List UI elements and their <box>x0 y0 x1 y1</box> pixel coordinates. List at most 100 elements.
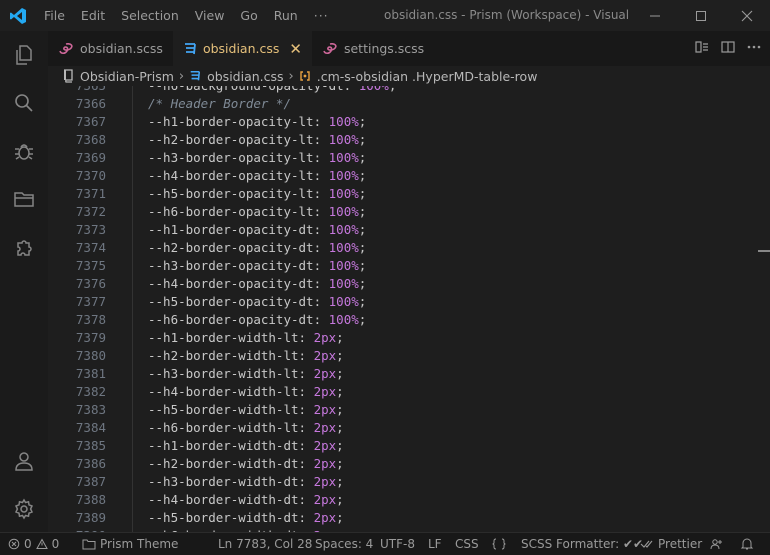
accounts-icon[interactable] <box>710 533 728 555</box>
folder-icon[interactable] <box>0 175 48 223</box>
problems-indicator[interactable]: 0 0 <box>8 533 59 555</box>
menu-go[interactable]: Go <box>232 0 265 31</box>
line-number: 7388 <box>75 492 106 507</box>
line-number: 7376 <box>75 276 106 291</box>
css-value: 2px <box>313 510 337 525</box>
line-number: 7383 <box>75 402 106 417</box>
code-line: --h1-border-width-dt: 2px; <box>148 438 344 453</box>
notifications-bell-icon[interactable] <box>740 533 758 555</box>
symbol-class-icon <box>299 70 311 82</box>
warning-icon <box>35 538 48 549</box>
compare-changes-icon[interactable] <box>694 39 710 59</box>
close-tab-icon[interactable]: ✕ <box>289 40 302 58</box>
css-property: --h3-border-opacity-dt <box>148 258 314 273</box>
css-property: --h2-border-width-lt <box>148 348 299 363</box>
more-actions-icon[interactable] <box>746 39 762 59</box>
code-editor[interactable]: 73657366 7367 7368 7369 7370 7371 7372 7373 7374… <box>48 86 770 532</box>
account-icon[interactable] <box>0 437 48 485</box>
line-number: 7389 <box>75 510 106 525</box>
css-value: 2px <box>313 492 337 507</box>
code-line: --h5-border-opacity-dt: 100%; <box>148 294 367 309</box>
language-mode[interactable]: CSS <box>455 533 479 555</box>
code-comment: /* Header Border */ <box>148 96 291 111</box>
css-value: 100% <box>328 114 359 129</box>
code-line: --h6-border-opacity-dt: 100%; <box>148 312 367 327</box>
breadcrumb-file[interactable]: obsidian.css <box>207 69 283 84</box>
theme-label: Prism Theme <box>100 537 179 551</box>
error-icon <box>8 538 20 550</box>
css-value: 100% <box>328 276 359 291</box>
line-number: 7387 <box>75 474 106 489</box>
menu-view[interactable]: View <box>187 0 233 31</box>
vscode-logo-icon <box>0 0 36 31</box>
line-number: 7382 <box>75 384 106 399</box>
editor-tabs: obsidian.scss obsidian.css ✕ settings.sc… <box>48 31 770 66</box>
activity-bar <box>0 31 48 532</box>
line-number: 7367 <box>75 114 106 129</box>
debug-icon[interactable] <box>0 127 48 175</box>
line-number: 7377 <box>75 294 106 309</box>
code-line: --h1-border-opacity-dt: 100%; <box>148 222 367 237</box>
css-value: 100% <box>328 258 359 273</box>
menu-selection[interactable]: Selection <box>113 0 187 31</box>
extensions-icon[interactable] <box>0 223 48 271</box>
code-line: --h6-border-opacity-lt: 100%; <box>148 204 367 219</box>
scss-formatter[interactable]: SCSS Formatter: ✔✔ <box>521 533 643 555</box>
search-icon[interactable] <box>0 79 48 127</box>
minimize-icon[interactable] <box>632 0 678 31</box>
line-number-gutter: 73657366 7367 7368 7369 7370 7371 7372 7373 7374… <box>48 86 106 532</box>
tab-obsidian-scss[interactable]: obsidian.scss <box>48 31 173 66</box>
breadcrumb-symbol[interactable]: .cm-s-obsidian .HyperMD-table-row <box>317 69 538 84</box>
prettier-status[interactable]: Prettier <box>640 533 702 555</box>
double-check-icon <box>640 540 653 548</box>
menu-run[interactable]: Run <box>266 0 306 31</box>
close-window-icon[interactable] <box>724 0 770 31</box>
css-icon <box>189 70 201 82</box>
settings-gear-icon[interactable] <box>0 485 48 533</box>
code-line: --h3-border-width-dt: 2px; <box>148 474 344 489</box>
maximize-icon[interactable] <box>678 0 724 31</box>
code-line: --h2-border-width-dt: 2px; <box>148 456 344 471</box>
indentation[interactable]: Spaces: 4 <box>315 533 373 555</box>
prettier-label: Prettier <box>658 537 703 551</box>
tab-label: obsidian.css <box>202 41 280 56</box>
error-count: 0 <box>24 537 32 551</box>
line-number: 7374 <box>75 240 106 255</box>
split-editor-icon[interactable] <box>720 39 736 59</box>
css-property: --h6-border-width-lt <box>148 420 299 435</box>
tab-settings-scss[interactable]: settings.scss <box>311 31 435 66</box>
title-bar: File Edit Selection View Go Run ··· obsi… <box>0 0 770 31</box>
code-line: --h5-border-opacity-lt: 100%; <box>148 186 367 201</box>
css-property: --h1-border-width-dt <box>148 438 299 453</box>
explorer-icon[interactable] <box>0 31 48 79</box>
tab-label: obsidian.scss <box>80 41 163 56</box>
tab-actions <box>694 31 762 66</box>
menu-file[interactable]: File <box>36 0 73 31</box>
line-number: 7381 <box>75 366 106 381</box>
sass-icon <box>58 42 74 55</box>
css-property: --h4-border-width-dt <box>148 492 299 507</box>
code-line: --h1-border-width-lt: 2px; <box>148 330 344 345</box>
sass-icon <box>322 42 338 55</box>
css-property: --h1-border-width-lt <box>148 330 299 345</box>
css-property: --h6-border-opacity-lt <box>148 204 314 219</box>
line-number: 7366 <box>75 96 106 111</box>
css-property: --h4-border-opacity-dt <box>148 276 314 291</box>
code-line: --h5-border-width-lt: 2px; <box>148 402 344 417</box>
theme-indicator[interactable]: Prism Theme <box>82 533 178 555</box>
breadcrumb-folder[interactable]: Obsidian-Prism <box>80 69 174 84</box>
css-property: --h2-border-opacity-dt <box>148 240 314 255</box>
scrollbar-marker[interactable] <box>758 250 770 252</box>
cursor-position[interactable]: Ln 7783, Col 28 <box>218 533 312 555</box>
code-line: --h6-border-width-lt: 2px; <box>148 420 344 435</box>
menu-more[interactable]: ··· <box>306 0 337 31</box>
menu-edit[interactable]: Edit <box>73 0 113 31</box>
css-property: --h5-border-opacity-lt <box>148 186 314 201</box>
code-line: --h4-border-opacity-dt: 100%; <box>148 276 367 291</box>
end-of-line[interactable]: LF <box>428 533 442 555</box>
css-value: 100% <box>328 150 359 165</box>
braces-icon[interactable] <box>492 533 510 555</box>
code-line: --h2-border-opacity-dt: 100%; <box>148 240 367 255</box>
encoding[interactable]: UTF-8 <box>380 533 415 555</box>
tab-obsidian-css[interactable]: obsidian.css ✕ <box>172 31 312 66</box>
